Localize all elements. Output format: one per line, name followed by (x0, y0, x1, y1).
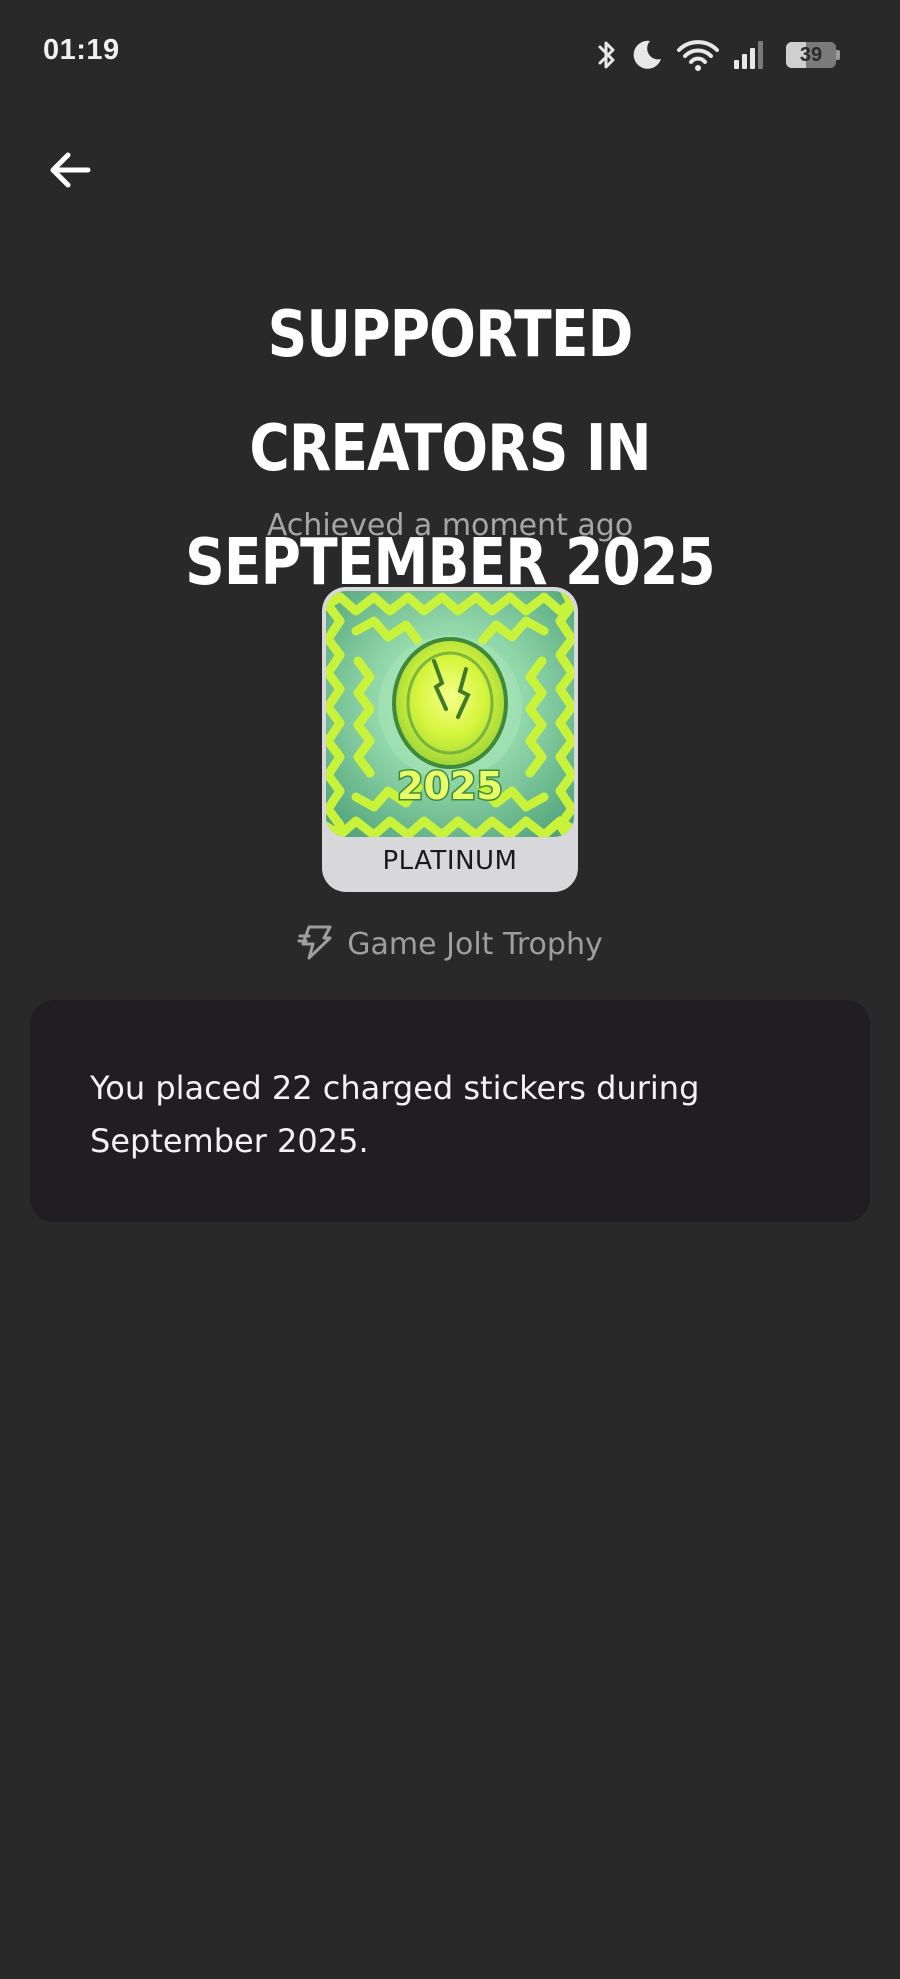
trophy-tier: PLATINUM (382, 846, 518, 876)
title-line-1: SUPPORTED CREATORS IN (249, 298, 651, 486)
page-title: SUPPORTED CREATORS IN SEPTEMBER 2025 (115, 278, 786, 620)
game-jolt-logo-icon (297, 924, 333, 964)
back-button[interactable] (38, 140, 102, 204)
status-time: 01:19 (43, 34, 120, 66)
bluetooth-icon (596, 38, 618, 72)
trophy-type-label: Game Jolt Trophy (347, 926, 603, 962)
trophy-image-year: 2025 (397, 764, 503, 808)
battery-icon: 39 (786, 42, 840, 68)
trophy-type: Game Jolt Trophy (0, 924, 900, 964)
achieved-time: Achieved a moment ago (266, 508, 634, 543)
trophy-description: You placed 22 charged stickers during Se… (90, 1069, 700, 1160)
wifi-icon (676, 38, 720, 72)
trophy-image: 2025 (326, 591, 574, 837)
status-bar: 01:19 39 (0, 0, 900, 108)
cellular-signal-icon (732, 38, 768, 72)
arrow-left-icon (48, 150, 92, 194)
description-card: You placed 22 charged stickers during Se… (30, 1000, 870, 1222)
status-icons: 39 (596, 30, 840, 80)
do-not-disturb-moon-icon (630, 38, 664, 72)
battery-level: 39 (799, 44, 823, 66)
